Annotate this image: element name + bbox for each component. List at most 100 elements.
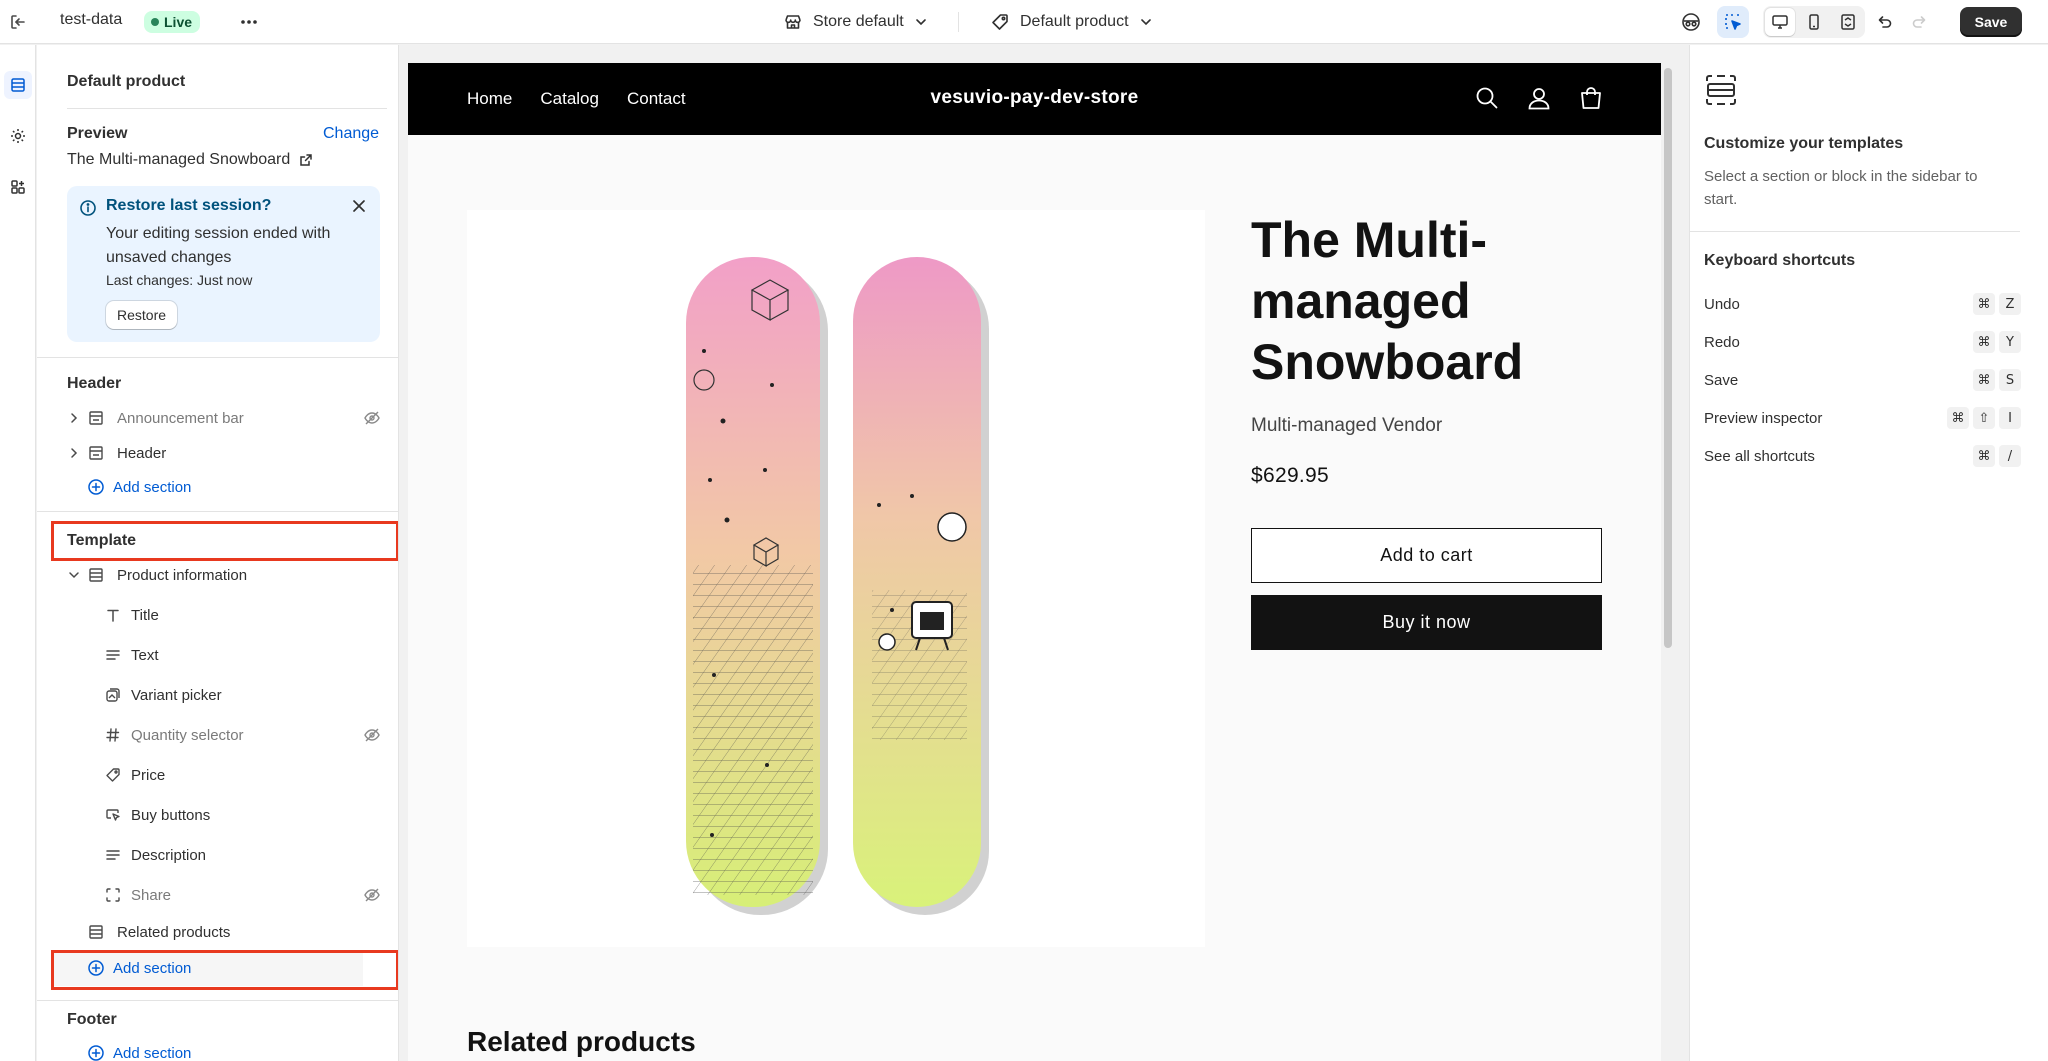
add-section-label: Add section xyxy=(113,478,192,496)
section-product-information[interactable]: Product information xyxy=(67,559,387,591)
eye-hidden-icon[interactable] xyxy=(363,727,381,743)
product-price: $629.95 xyxy=(1251,464,1330,487)
shortcut-keys: ⌘ Z xyxy=(1973,293,2021,315)
preview-product[interactable]: The Multi-managed Snowboard xyxy=(67,151,314,169)
shortcut-label: Preview inspector xyxy=(1704,409,1823,427)
chevron-down-icon xyxy=(914,15,928,29)
store-preview-canvas[interactable]: Home Catalog Contact vesuvio-pay-dev-sto… xyxy=(408,63,1661,1061)
add-to-cart-button[interactable]: Add to cart xyxy=(1251,528,1602,583)
account-icon[interactable] xyxy=(1526,85,1552,111)
share-frame-icon xyxy=(105,887,121,903)
block-description[interactable]: Description xyxy=(105,839,387,871)
external-link-icon[interactable] xyxy=(298,152,314,168)
block-title[interactable]: Title xyxy=(105,599,387,631)
section-announcement-bar[interactable]: Announcement bar xyxy=(67,402,387,434)
shortcut-row-undo: Undo ⌘ Z xyxy=(1704,290,2021,318)
save-button[interactable]: Save xyxy=(1960,7,2022,37)
add-section-template-button[interactable]: Add section xyxy=(87,959,191,977)
section-related-products[interactable]: Related products xyxy=(88,916,387,948)
store-header-icons xyxy=(1474,85,1604,111)
desktop-view-button[interactable] xyxy=(1765,8,1795,36)
shortcut-label: Undo xyxy=(1704,295,1740,313)
exit-icon[interactable] xyxy=(8,12,28,32)
divider xyxy=(37,511,398,512)
customize-description: Select a section or block in the sidebar… xyxy=(1704,168,1978,208)
more-actions-icon[interactable] xyxy=(238,12,260,32)
rail-apps-button[interactable] xyxy=(4,173,32,201)
mobile-view-button[interactable] xyxy=(1799,8,1829,36)
undo-icon[interactable] xyxy=(1874,12,1894,32)
section-label: Header xyxy=(117,444,167,462)
product-media[interactable] xyxy=(467,210,1205,947)
cursor-select-icon xyxy=(1723,12,1743,32)
app-embeds-icon[interactable] xyxy=(1680,11,1702,33)
plus-circle-icon xyxy=(87,1044,105,1061)
key-cap: ⌘ xyxy=(1973,293,1995,315)
snowboard-image xyxy=(686,257,989,915)
key-cap: Z xyxy=(1999,293,2021,315)
inspector-toggle-button[interactable] xyxy=(1717,6,1749,38)
left-rail xyxy=(0,45,36,1061)
block-price[interactable]: Price xyxy=(105,759,387,791)
chevron-right-icon[interactable] xyxy=(67,446,81,460)
template-group-title: Template xyxy=(67,532,137,549)
key-cap: Y xyxy=(1999,331,2021,353)
topbar-divider xyxy=(958,12,959,32)
cart-icon[interactable] xyxy=(1578,85,1604,111)
block-quantity-selector[interactable]: Quantity selector xyxy=(105,719,387,751)
rail-sections-button[interactable] xyxy=(4,71,32,99)
product-title: The Multi-managed Snowboard xyxy=(1251,212,1524,390)
restore-button[interactable]: Restore xyxy=(106,301,178,329)
divider xyxy=(1690,231,2020,232)
chevron-down-icon[interactable] xyxy=(67,568,81,582)
block-label: Price xyxy=(131,766,166,784)
section-icon xyxy=(88,410,104,426)
text-lines-icon xyxy=(105,847,121,863)
shortcut-label: Save xyxy=(1704,371,1739,389)
section-header[interactable]: Header xyxy=(67,437,387,469)
section-label: Announcement bar xyxy=(117,409,244,427)
template-selector-label: Default product xyxy=(1020,13,1129,30)
title-icon xyxy=(105,607,121,623)
preview-scrollbar-thumb[interactable] xyxy=(1664,68,1672,648)
fullwidth-view-button[interactable] xyxy=(1833,8,1863,36)
buy-it-now-button[interactable]: Buy it now xyxy=(1251,595,1602,650)
store-selector[interactable]: Store default xyxy=(783,12,928,32)
add-section-label: Add section xyxy=(113,1044,192,1061)
close-icon[interactable] xyxy=(351,198,367,214)
key-cap: I xyxy=(1999,407,2021,429)
block-label: Text xyxy=(131,646,159,664)
chevron-right-icon[interactable] xyxy=(67,411,81,425)
block-share[interactable]: Share xyxy=(105,879,387,911)
rail-settings-button[interactable] xyxy=(4,122,32,150)
add-section-header-button[interactable]: Add section xyxy=(87,478,191,496)
block-buy-buttons[interactable]: Buy buttons xyxy=(105,799,387,831)
restore-banner-title: Restore last session? xyxy=(106,197,272,214)
preview-scrollbar[interactable] xyxy=(1661,63,1675,1061)
restore-banner-body: Your editing session ended with unsaved … xyxy=(106,225,331,266)
tag-icon xyxy=(990,12,1010,32)
desktop-icon xyxy=(1771,13,1789,31)
redo-icon[interactable] xyxy=(1910,12,1930,32)
divider xyxy=(37,357,398,358)
shortcut-row-see-all[interactable]: See all shortcuts ⌘ / xyxy=(1704,442,2021,470)
price-tag-icon xyxy=(105,767,121,783)
change-preview-link[interactable]: Change xyxy=(323,125,379,143)
shortcut-keys: ⌘ / xyxy=(1973,445,2021,467)
eye-hidden-icon[interactable] xyxy=(363,410,381,426)
block-variant-picker[interactable]: Variant picker xyxy=(105,679,387,711)
sections-icon xyxy=(9,76,27,94)
variant-icon xyxy=(105,687,121,703)
apps-icon xyxy=(9,178,27,196)
text-lines-icon xyxy=(105,647,121,663)
live-dot-icon xyxy=(151,18,159,26)
block-text[interactable]: Text xyxy=(105,639,387,671)
search-icon[interactable] xyxy=(1474,85,1500,111)
plus-circle-icon xyxy=(87,478,105,496)
eye-hidden-icon[interactable] xyxy=(363,887,381,903)
add-section-footer-button[interactable]: Add section xyxy=(87,1044,191,1061)
shortcut-row-save: Save ⌘ S xyxy=(1704,366,2021,394)
product-vendor: Multi-managed Vendor xyxy=(1251,415,1443,436)
theme-name: test-data xyxy=(60,11,123,28)
template-selector[interactable]: Default product xyxy=(990,12,1153,32)
